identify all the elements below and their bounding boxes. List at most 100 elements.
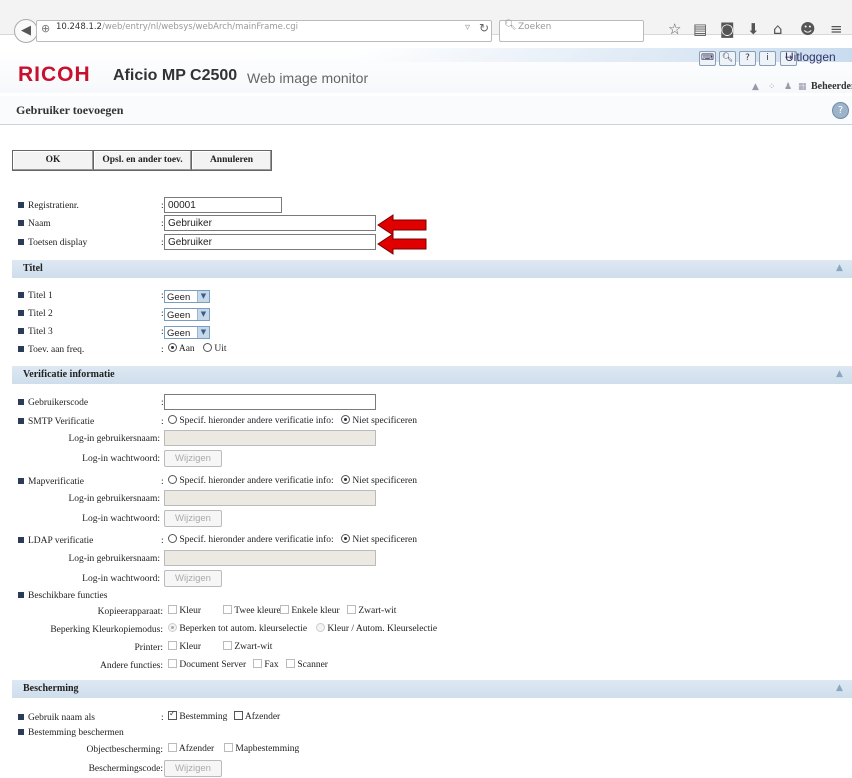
smtp-label: SMTP Verificatie [18, 417, 94, 427]
info-icon[interactable]: i [759, 51, 776, 66]
checkbox-icon[interactable] [168, 659, 177, 669]
checkbox-icon[interactable] [168, 641, 177, 651]
fax-checkbox[interactable]: Fax [253, 659, 279, 670]
copier-color-checkbox[interactable]: Kleur [168, 605, 201, 616]
name-label: Naam [18, 219, 51, 229]
protect-code-change-button[interactable]: Wijzigen [164, 760, 222, 777]
freq-radio-on[interactable]: Aan [168, 343, 195, 354]
copier-bw-checkbox[interactable]: Zwart-wit [347, 605, 396, 616]
name-input[interactable]: Gebruiker [164, 215, 376, 231]
checkbox-icon[interactable] [286, 659, 295, 669]
radio-icon[interactable] [341, 534, 350, 544]
color-limit-auto-radio[interactable]: Beperken tot autom. kleurselectie [168, 623, 307, 634]
checkbox-icon[interactable] [223, 605, 232, 615]
titel2-select[interactable]: Geen ▼ [164, 308, 210, 321]
page-title: Gebruiker toevoegen [16, 103, 124, 117]
checkbox-icon[interactable] [223, 641, 232, 651]
map-change-button[interactable]: Wijzigen [164, 510, 222, 527]
radio-icon[interactable] [203, 343, 212, 353]
map-radio-specify[interactable]: Specif. hieronder andere verificatie inf… [168, 475, 334, 486]
smtp-login-user-input[interactable] [164, 430, 376, 446]
radio-icon[interactable] [341, 475, 350, 485]
ldap-radio-not-specify[interactable]: Niet specificeren [341, 534, 417, 545]
radio-icon[interactable] [168, 343, 177, 353]
map-login-user-input[interactable] [164, 490, 376, 506]
protect-code-label: Beschermingscode: [88, 764, 163, 774]
radio-icon[interactable] [168, 534, 177, 544]
home-icon[interactable]: ⌂ [773, 20, 783, 38]
user-code-input[interactable] [164, 394, 376, 410]
freq-radio-off[interactable]: Uit [203, 343, 227, 354]
copier-twocolor-checkbox[interactable]: Twee kleuren [223, 605, 286, 616]
logout-link[interactable]: Uitloggen [785, 50, 836, 64]
collapse-icon[interactable]: ▲ [836, 683, 843, 693]
use-name-dest-checkbox[interactable]: Bestemming [168, 709, 227, 722]
use-name-sender-checkbox[interactable]: Afzender [234, 711, 280, 722]
checkbox-icon[interactable] [347, 605, 356, 615]
checkbox-icon[interactable] [253, 659, 262, 669]
printer-color-checkbox[interactable]: Kleur [168, 641, 201, 652]
ldap-change-button[interactable]: Wijzigen [164, 570, 222, 587]
download-icon[interactable]: ⬇ [747, 20, 760, 38]
user-code-label: Gebruikerscode [18, 398, 88, 408]
url-dropdown-icon[interactable]: ▿ [465, 22, 470, 33]
back-icon[interactable]: ◀ [14, 19, 38, 43]
radio-icon[interactable] [341, 415, 350, 425]
ldap-radio-specify[interactable]: Specif. hieronder andere verificatie inf… [168, 534, 334, 545]
bookmarks-list-icon[interactable]: ▤ [693, 20, 707, 38]
ok-button[interactable]: OK [12, 150, 94, 171]
checkbox-icon[interactable] [168, 709, 177, 721]
menu-icon[interactable]: ≡ [830, 20, 843, 38]
collapse-icon[interactable]: ▲ [836, 263, 843, 273]
color-limit-color-radio[interactable]: Kleur / Autom. Kleurselectie [316, 623, 437, 634]
copier-singlecolor-checkbox[interactable]: Enkele kleur [280, 605, 340, 616]
red-arrow-annotation [377, 233, 427, 255]
checkbox-icon[interactable] [168, 605, 177, 615]
printer-bw-checkbox[interactable]: Zwart-wit [223, 641, 272, 652]
keyboard-icon[interactable]: ⌨ [699, 51, 716, 66]
chevron-down-icon: ▼ [197, 291, 209, 302]
checkbox-icon[interactable] [234, 711, 243, 721]
object-sender-checkbox[interactable]: Afzender [168, 743, 214, 754]
pocket-icon[interactable]: ◙ [720, 20, 735, 38]
radio-icon[interactable] [168, 623, 177, 633]
section-title: Bescherming [23, 683, 79, 694]
reg-no-input[interactable]: 00001 [164, 197, 282, 213]
checkbox-icon[interactable] [168, 743, 177, 753]
radio-icon[interactable] [168, 415, 177, 425]
search-placeholder[interactable]: Zoeken [518, 22, 551, 32]
bullet-icon [18, 201, 24, 208]
bookmark-star-icon[interactable]: ☆ [668, 20, 681, 38]
checkbox-icon[interactable] [224, 743, 233, 753]
colon: : [161, 713, 164, 723]
checkbox-icon[interactable] [280, 605, 289, 615]
ldap-login-user-input[interactable] [164, 550, 376, 566]
reload-icon[interactable]: ↻ [479, 21, 489, 35]
page-help-icon[interactable]: ? [832, 102, 849, 119]
titel3-select[interactable]: Geen ▼ [164, 326, 210, 339]
colon: : [161, 345, 164, 355]
key-display-input[interactable]: Gebruiker [164, 234, 376, 250]
smtp-radio-not-specify[interactable]: Niet specificeren [341, 415, 417, 426]
smtp-radio-specify[interactable]: Specif. hieronder andere verificatie inf… [168, 415, 334, 426]
docserver-checkbox[interactable]: Document Server [168, 659, 246, 670]
cancel-button[interactable]: Annuleren [191, 150, 272, 171]
object-folder-checkbox[interactable]: Mapbestemming [224, 743, 299, 754]
other-functions-label: Andere functies: [99, 661, 163, 671]
reg-no-label: Registratienr. [18, 201, 79, 211]
radio-icon[interactable] [168, 475, 177, 485]
radio-icon[interactable] [316, 623, 325, 633]
map-login-pw-label: Log-in wachtwoord: [82, 514, 160, 524]
smtp-change-button[interactable]: Wijzigen [164, 450, 222, 467]
search-help-icon[interactable]: 🔍︎ [719, 51, 736, 66]
url-text[interactable]: 10.248.1.2/web/entry/nl/websys/webArch/m… [56, 22, 298, 32]
scanner-checkbox[interactable]: Scanner [286, 659, 328, 670]
printer-status-icon: ▲ [752, 82, 759, 92]
titel1-select[interactable]: Geen ▼ [164, 290, 210, 303]
chat-icon[interactable]: ☻ [800, 20, 816, 38]
collapse-icon[interactable]: ▲ [836, 369, 843, 379]
map-radio-not-specify[interactable]: Niet specificeren [341, 475, 417, 486]
save-and-add-button[interactable]: Opsl. en ander toev. [93, 150, 192, 171]
help-icon[interactable]: ? [739, 51, 756, 66]
color-limit-label: Beperking Kleurkopiemodus: [50, 625, 163, 635]
